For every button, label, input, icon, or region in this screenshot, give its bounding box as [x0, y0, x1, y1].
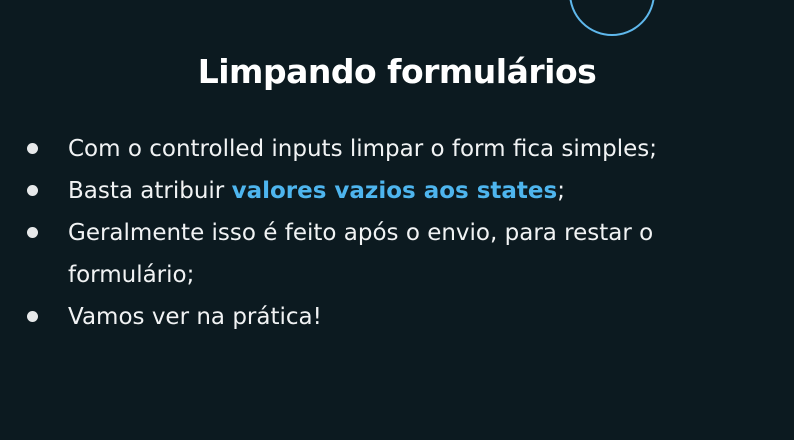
bullet-dot-icon	[27, 311, 38, 322]
bullet-list: Com o controlled inputs limpar o form fi…	[0, 128, 748, 338]
highlighted-text: valores vazios aos states	[231, 178, 558, 204]
bullet-item: Com o controlled inputs limpar o form fi…	[0, 128, 748, 170]
bullet-dot-icon	[27, 185, 38, 196]
bullet-text: Geralmente isso é feito após o envio, pa…	[68, 220, 654, 288]
bullet-item: Basta atribuir valores vazios aos states…	[0, 170, 748, 212]
decorative-circle	[569, 0, 655, 36]
bullet-item: Vamos ver na prática!	[0, 296, 748, 338]
bullet-text-end: ;	[557, 178, 565, 204]
bullet-text: Com o controlled inputs limpar o form fi…	[68, 136, 658, 162]
bullet-dot-icon	[27, 227, 38, 238]
bullet-item: Geralmente isso é feito após o envio, pa…	[0, 212, 748, 296]
slide-title: Limpando formulários	[197, 52, 597, 91]
bullet-dot-icon	[27, 143, 38, 154]
bullet-text: Vamos ver na prática!	[68, 304, 322, 330]
slide: Limpando formulários Com o controlled in…	[0, 0, 794, 440]
bullet-text: Basta atribuir	[68, 178, 232, 204]
